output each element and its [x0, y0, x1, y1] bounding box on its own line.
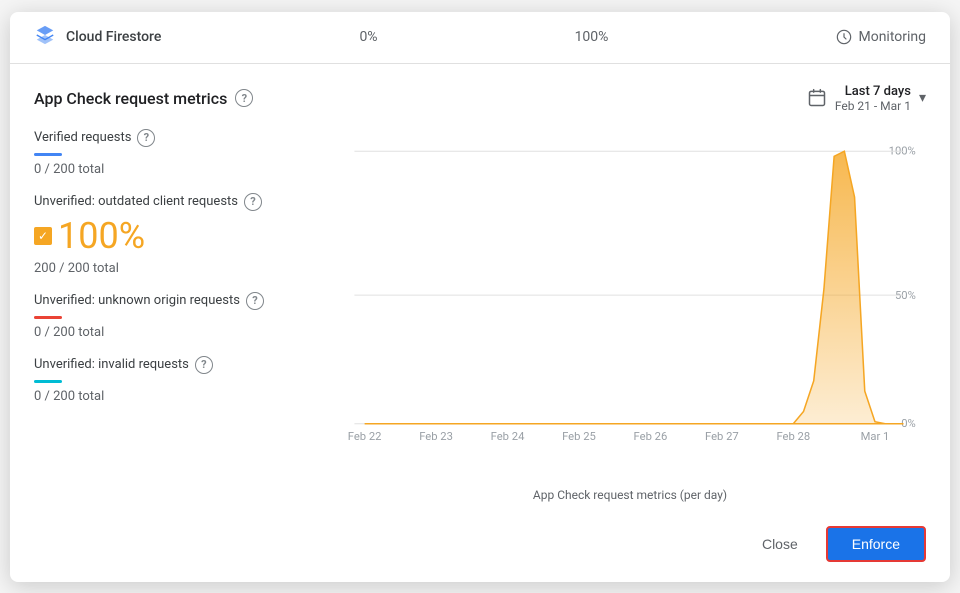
- invalid-line: [34, 380, 62, 383]
- enforce-button[interactable]: Enforce: [826, 526, 926, 562]
- chart-x-label: App Check request metrics (per day): [334, 484, 926, 510]
- date-filter-label: Last 7 days: [845, 84, 911, 99]
- metric-unknown-label: Unverified: unknown origin requests ?: [34, 292, 326, 310]
- date-filter[interactable]: Last 7 days Feb 21 - Mar 1 ▾: [807, 84, 926, 113]
- svg-text:Feb 24: Feb 24: [491, 430, 525, 443]
- unknown-line: [34, 316, 62, 319]
- svg-text:Feb 23: Feb 23: [419, 430, 453, 443]
- clock-icon: [836, 29, 852, 45]
- metric-invalid-label: Unverified: invalid requests ?: [34, 356, 326, 374]
- chevron-down-icon: ▾: [919, 90, 926, 106]
- svg-text:Feb 26: Feb 26: [634, 430, 668, 443]
- app-check-dialog: Cloud Firestore 0% 100% Monitoring App C…: [10, 12, 950, 582]
- service-info: Cloud Firestore: [34, 24, 257, 51]
- metric-outdated-label: Unverified: outdated client requests ?: [34, 193, 326, 211]
- svg-text:50%: 50%: [895, 289, 916, 302]
- verified-count: 0 / 200 total: [34, 162, 326, 177]
- invalid-count: 0 / 200 total: [34, 389, 326, 404]
- metrics-panel: Verified requests ? 0 / 200 total Unveri…: [34, 129, 334, 510]
- svg-text:Feb 25: Feb 25: [562, 430, 596, 443]
- verified-line: [34, 153, 62, 156]
- outdated-help-icon[interactable]: ?: [244, 193, 262, 211]
- metric-outdated: Unverified: outdated client requests ? ✓…: [34, 193, 326, 276]
- service-name: Cloud Firestore: [66, 29, 161, 45]
- section-header: App Check request metrics ? Last 7 days …: [34, 84, 926, 113]
- outdated-count: 200 / 200 total: [34, 261, 326, 276]
- chart-svg-wrapper: 100% 50% 0%: [334, 129, 926, 484]
- svg-text:Feb 28: Feb 28: [776, 430, 810, 443]
- close-button[interactable]: Close: [746, 528, 814, 560]
- footer: Close Enforce: [10, 510, 950, 582]
- unknown-help-icon[interactable]: ?: [246, 292, 264, 310]
- verified-help-icon[interactable]: ?: [137, 129, 155, 147]
- svg-text:Mar 1: Mar 1: [861, 430, 890, 443]
- checkbox-checked-icon: ✓: [34, 227, 52, 245]
- calendar-icon: [807, 88, 827, 108]
- chart-area: 100% 50% 0%: [334, 129, 926, 510]
- body-layout: Verified requests ? 0 / 200 total Unveri…: [34, 129, 926, 510]
- firestore-icon: [34, 24, 56, 51]
- date-filter-range: Feb 21 - Mar 1: [835, 99, 911, 113]
- percent-0: 0%: [257, 29, 480, 45]
- svg-text:Feb 22: Feb 22: [348, 430, 382, 443]
- svg-text:Feb 27: Feb 27: [705, 430, 739, 443]
- unknown-count: 0 / 200 total: [34, 325, 326, 340]
- monitoring-section: Monitoring: [703, 29, 926, 45]
- help-icon[interactable]: ?: [235, 89, 253, 107]
- chart-svg: 100% 50% 0%: [334, 129, 926, 449]
- section-title-text: App Check request metrics: [34, 89, 227, 108]
- date-filter-text: Last 7 days Feb 21 - Mar 1: [835, 84, 911, 113]
- metric-invalid: Unverified: invalid requests ? 0 / 200 t…: [34, 356, 326, 404]
- metric-outdated-percentage: ✓ 100%: [34, 215, 326, 257]
- metric-verified-label: Verified requests ?: [34, 129, 326, 147]
- main-content: App Check request metrics ? Last 7 days …: [10, 64, 950, 510]
- top-bar: Cloud Firestore 0% 100% Monitoring: [10, 12, 950, 64]
- invalid-help-icon[interactable]: ?: [195, 356, 213, 374]
- percent-100: 100%: [480, 29, 703, 45]
- metric-unknown: Unverified: unknown origin requests ? 0 …: [34, 292, 326, 340]
- monitoring-label: Monitoring: [858, 29, 926, 45]
- metric-verified: Verified requests ? 0 / 200 total: [34, 129, 326, 177]
- section-title: App Check request metrics ?: [34, 89, 253, 108]
